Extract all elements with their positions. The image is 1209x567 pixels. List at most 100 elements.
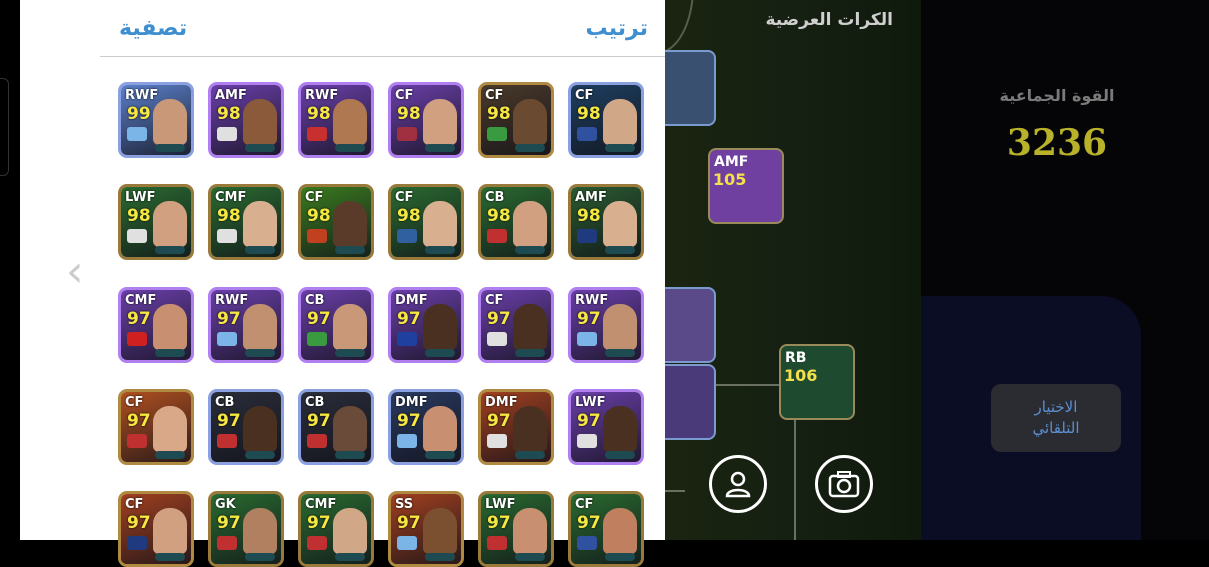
skill-dots-icon	[245, 553, 275, 561]
player-card[interactable]: RWF 98	[298, 82, 374, 158]
club-badge-icon	[127, 434, 147, 448]
card-position: CF	[125, 395, 144, 410]
card-rating: 98	[307, 206, 331, 226]
player-card[interactable]: LWF 98	[118, 184, 194, 260]
card-rating: 105	[713, 170, 747, 189]
player-portrait	[513, 508, 547, 554]
player-card[interactable]: GK 97	[208, 491, 284, 567]
pitch-player-card[interactable]: AMF 105	[708, 148, 784, 224]
skill-dots-icon	[425, 349, 455, 357]
card-rating: 98	[217, 104, 241, 124]
card-rating: 97	[487, 411, 511, 431]
card-rating: 98	[577, 104, 601, 124]
filter-button[interactable]: تصفية	[119, 16, 187, 41]
player-card[interactable]: CB 97	[208, 389, 284, 465]
player-card[interactable]: DMF 97	[388, 287, 464, 363]
skill-dots-icon	[155, 451, 185, 459]
skill-dots-icon	[335, 553, 365, 561]
player-card[interactable]: LWF 97	[478, 491, 554, 567]
card-position: CF	[575, 497, 594, 512]
card-rating: 98	[217, 206, 241, 226]
player-portrait	[603, 201, 637, 247]
skill-dots-icon	[155, 553, 185, 561]
card-position: AMF	[714, 154, 749, 170]
player-card[interactable]: CB 97	[298, 389, 374, 465]
sort-button[interactable]: ترتيب	[586, 16, 648, 41]
player-portrait	[243, 406, 277, 452]
club-badge-icon	[307, 229, 327, 243]
player-portrait	[423, 304, 457, 350]
player-card[interactable]: RWF 97	[568, 287, 644, 363]
skill-dots-icon	[605, 349, 635, 357]
player-card[interactable]: CB 97	[298, 287, 374, 363]
card-position: LWF	[125, 190, 156, 205]
club-badge-icon	[217, 229, 237, 243]
card-rating: 98	[487, 104, 511, 124]
auto-select-line1: الاختيار	[1034, 398, 1078, 416]
camera-button[interactable]	[815, 455, 873, 513]
club-badge-icon	[127, 127, 147, 141]
player-card[interactable]: CMF 97	[298, 491, 374, 567]
player-portrait	[153, 99, 187, 145]
player-card[interactable]: LWF 97	[568, 389, 644, 465]
card-position: SS	[395, 497, 414, 512]
player-card[interactable]: SS 97	[388, 491, 464, 567]
player-profile-button[interactable]	[709, 455, 767, 513]
card-position: CF	[395, 190, 414, 205]
skill-dots-icon	[425, 451, 455, 459]
player-portrait	[333, 304, 367, 350]
card-rating: 97	[487, 309, 511, 329]
player-card[interactable]: RWF 97	[208, 287, 284, 363]
player-portrait	[423, 201, 457, 247]
card-rating: 97	[127, 513, 151, 533]
card-rating: 99	[127, 104, 151, 124]
player-card[interactable]: RWF 99	[118, 82, 194, 158]
player-portrait	[153, 201, 187, 247]
card-position: CB	[485, 190, 505, 205]
card-position: CF	[485, 293, 504, 308]
player-card[interactable]: CF 98	[568, 82, 644, 158]
player-portrait	[513, 99, 547, 145]
skill-dots-icon	[335, 144, 365, 152]
player-card[interactable]: CF 97	[118, 491, 194, 567]
club-badge-icon	[127, 332, 147, 346]
player-card[interactable]: CF 98	[388, 82, 464, 158]
player-card[interactable]: CMF 97	[118, 287, 194, 363]
person-icon	[725, 471, 751, 498]
auto-select-button[interactable]: الاختيار التلقائي	[991, 384, 1121, 452]
chevron-left-icon[interactable]: ‹	[66, 246, 84, 297]
club-badge-icon	[307, 536, 327, 550]
player-portrait	[513, 406, 547, 452]
skill-dots-icon	[245, 349, 275, 357]
skill-dots-icon	[515, 451, 545, 459]
card-position: RWF	[305, 88, 339, 103]
player-card[interactable]: DMF 97	[388, 389, 464, 465]
player-card[interactable]: CF 98	[478, 82, 554, 158]
player-portrait	[423, 99, 457, 145]
player-card[interactable]: CF 97	[568, 491, 644, 567]
player-portrait	[603, 304, 637, 350]
player-card[interactable]: DMF 97	[478, 389, 554, 465]
player-card[interactable]: AMF 98	[208, 82, 284, 158]
team-power-label: القوة الجماعية	[999, 86, 1115, 105]
card-rating: 97	[307, 309, 331, 329]
section-title: الكرات العرضية	[765, 10, 893, 30]
card-position: CMF	[305, 497, 337, 512]
player-card[interactable]: CF 97	[478, 287, 554, 363]
pitch-player-card[interactable]: RB 106	[779, 344, 855, 420]
player-card[interactable]: CF 97	[118, 389, 194, 465]
player-card[interactable]: CF 98	[298, 184, 374, 260]
card-position: CF	[485, 88, 504, 103]
player-card[interactable]: CMF 98	[208, 184, 284, 260]
skill-dots-icon	[155, 246, 185, 254]
player-card[interactable]: CB 98	[478, 184, 554, 260]
skill-dots-icon	[515, 349, 545, 357]
player-portrait	[423, 508, 457, 554]
card-rating: 98	[487, 206, 511, 226]
club-badge-icon	[127, 229, 147, 243]
player-card[interactable]: AMF 98	[568, 184, 644, 260]
card-position: CB	[305, 395, 325, 410]
team-power-value: 3236	[1006, 122, 1108, 164]
player-card[interactable]: CF 98	[388, 184, 464, 260]
card-rating: 98	[397, 206, 421, 226]
